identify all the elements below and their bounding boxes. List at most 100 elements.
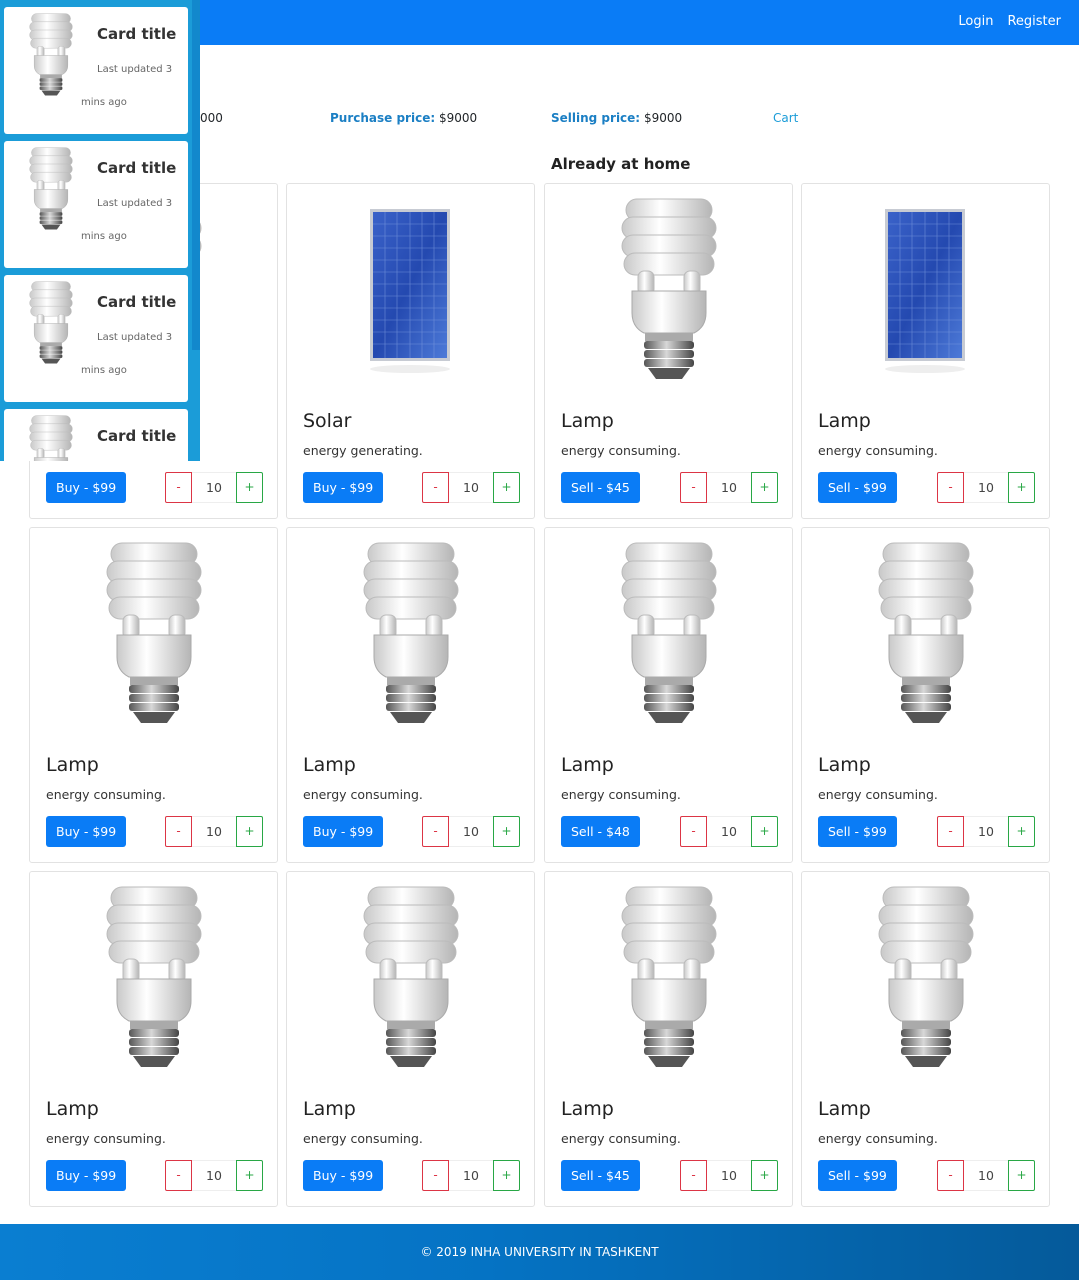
trade-button[interactable]: Sell - $99 xyxy=(818,816,897,847)
decrement-button[interactable]: - xyxy=(937,472,964,503)
card-text: energy consuming. xyxy=(46,787,166,802)
decrement-button[interactable]: - xyxy=(422,816,449,847)
decrement-button[interactable]: - xyxy=(937,816,964,847)
trade-button[interactable]: Buy - $99 xyxy=(46,472,127,503)
selling-price-label: Selling price: xyxy=(551,111,641,125)
increment-button[interactable]: + xyxy=(751,816,778,847)
quantity-stepper: - 10 + xyxy=(422,1160,520,1191)
trade-button[interactable]: Sell - $99 xyxy=(818,1160,897,1191)
product-card: Lamp energy consuming. Sell - $45 - 10 + xyxy=(544,183,793,519)
quantity-input[interactable]: 10 xyxy=(707,816,751,847)
increment-button[interactable]: + xyxy=(1008,472,1035,503)
product-card: Lamp energy consuming. Sell - $99 - 10 + xyxy=(801,527,1050,863)
card-title: Solar xyxy=(303,410,352,432)
quantity-input[interactable]: 10 xyxy=(964,1160,1008,1191)
sidebar-card-mins: mins ago xyxy=(81,97,127,108)
increment-button[interactable]: + xyxy=(493,472,520,503)
quantity-input[interactable]: 10 xyxy=(449,816,493,847)
card-text: energy consuming. xyxy=(818,1131,938,1146)
quantity-input[interactable]: 10 xyxy=(449,1160,493,1191)
selling-price-value: $9000 xyxy=(643,111,683,125)
trade-button[interactable]: Sell - $99 xyxy=(818,472,897,503)
increment-button[interactable]: + xyxy=(236,472,263,503)
quantity-stepper: - 10 + xyxy=(165,1160,263,1191)
quantity-input[interactable]: 10 xyxy=(192,1160,236,1191)
increment-button[interactable]: + xyxy=(236,1160,263,1191)
quantity-stepper: - 10 + xyxy=(165,472,263,503)
sidebar-card[interactable]: Card title Last updated 3 mins ago xyxy=(4,141,188,268)
increment-button[interactable]: + xyxy=(751,1160,778,1191)
decrement-button[interactable]: - xyxy=(680,816,707,847)
card-text: energy consuming. xyxy=(818,787,938,802)
quantity-input[interactable]: 10 xyxy=(964,472,1008,503)
decrement-button[interactable]: - xyxy=(165,1160,192,1191)
login-link[interactable]: Login xyxy=(958,14,993,29)
trade-button[interactable]: Buy - $99 xyxy=(303,472,384,503)
quantity-stepper: - 10 + xyxy=(680,472,778,503)
quantity-input[interactable]: 10 xyxy=(707,472,751,503)
sidebar-card[interactable]: Card title Last updated 3 mins ago xyxy=(4,7,188,134)
trade-button[interactable]: Sell - $48 xyxy=(561,816,640,847)
card-title: Lamp xyxy=(46,754,99,776)
lamp-image xyxy=(30,880,277,1076)
decrement-button[interactable]: - xyxy=(937,1160,964,1191)
quantity-input[interactable]: 10 xyxy=(192,472,236,503)
card-title: Lamp xyxy=(561,410,614,432)
lamp-image xyxy=(802,536,1049,732)
decrement-button[interactable]: - xyxy=(422,472,449,503)
card-title: Lamp xyxy=(561,1098,614,1120)
decrement-button[interactable]: - xyxy=(165,816,192,847)
footer-copyright: © 2019 INHA UNIVERSITY IN TASHKENT xyxy=(420,1245,659,1259)
lamp-image xyxy=(545,880,792,1076)
product-card: Lamp energy consuming. Sell - $99 - 10 + xyxy=(801,183,1050,519)
increment-button[interactable]: + xyxy=(751,472,778,503)
register-link[interactable]: Register xyxy=(1007,14,1061,29)
card-title: Lamp xyxy=(818,410,871,432)
quantity-input[interactable]: 10 xyxy=(707,1160,751,1191)
sidebar-card[interactable]: Card title Last updated 3 mins ago xyxy=(4,275,188,402)
product-card: Lamp energy consuming. Sell - $99 - 10 + xyxy=(801,871,1050,1207)
sidebar-card-title: Card title xyxy=(97,293,177,311)
cart-link[interactable]: Cart xyxy=(773,111,798,125)
trade-button[interactable]: Buy - $99 xyxy=(303,816,384,847)
product-card: Lamp energy consuming. Buy - $99 - 10 + xyxy=(286,871,535,1207)
quantity-input[interactable]: 10 xyxy=(449,472,493,503)
quantity-stepper: - 10 + xyxy=(937,1160,1035,1191)
increment-button[interactable]: + xyxy=(1008,1160,1035,1191)
card-text: energy consuming. xyxy=(303,1131,423,1146)
trade-button[interactable]: Sell - $45 xyxy=(561,1160,640,1191)
increment-button[interactable]: + xyxy=(493,816,520,847)
decrement-button[interactable]: - xyxy=(422,1160,449,1191)
trade-button[interactable]: Buy - $99 xyxy=(46,816,127,847)
nav-links: Login Register xyxy=(958,14,1061,29)
lamp-image xyxy=(30,536,277,732)
lamp-thumbnail-icon xyxy=(26,413,76,461)
lamp-thumbnail-icon xyxy=(26,279,76,367)
card-text: energy generating. xyxy=(303,443,423,458)
sidebar-card[interactable]: Card title Last updated 3 mins ago xyxy=(4,409,188,461)
trade-button[interactable]: Buy - $99 xyxy=(303,1160,384,1191)
lamp-image xyxy=(802,880,1049,1076)
lamp-thumbnail-icon xyxy=(26,145,76,233)
decrement-button[interactable]: - xyxy=(165,472,192,503)
sidebar-card-mins: mins ago xyxy=(81,231,127,242)
card-title: Lamp xyxy=(818,1098,871,1120)
increment-button[interactable]: + xyxy=(1008,816,1035,847)
quantity-input[interactable]: 10 xyxy=(192,816,236,847)
sidebar-card-title: Card title xyxy=(97,427,177,445)
decrement-button[interactable]: - xyxy=(680,1160,707,1191)
increment-button[interactable]: + xyxy=(236,816,263,847)
trade-button[interactable]: Buy - $99 xyxy=(46,1160,127,1191)
sidebar-card-title: Card title xyxy=(97,25,177,43)
card-text: energy consuming. xyxy=(303,787,423,802)
increment-button[interactable]: + xyxy=(493,1160,520,1191)
card-title: Lamp xyxy=(46,1098,99,1120)
product-card: Lamp energy consuming. Buy - $99 - 10 + xyxy=(29,871,278,1207)
decrement-button[interactable]: - xyxy=(680,472,707,503)
trade-button[interactable]: Sell - $45 xyxy=(561,472,640,503)
product-card: Lamp energy consuming. Buy - $99 - 10 + xyxy=(29,527,278,863)
sidebar-scroll-strip xyxy=(192,0,200,350)
quantity-stepper: - 10 + xyxy=(680,816,778,847)
quantity-input[interactable]: 10 xyxy=(964,816,1008,847)
sidebar-card-updated: Last updated 3 xyxy=(97,332,173,343)
